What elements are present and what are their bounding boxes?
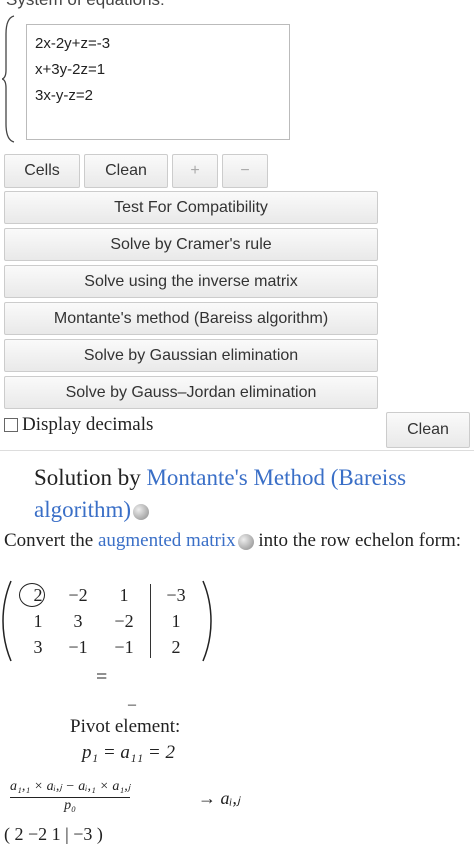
test-compatibility-button[interactable]: Test For Compatibility <box>4 191 378 224</box>
formula-numerator: a₁,₁ × aᵢ,ⱼ − aᵢ,₁ × a₁,ⱼ <box>10 778 131 798</box>
left-paren-icon <box>2 580 12 662</box>
augmented-matrix-link[interactable]: augmented matrix <box>98 530 236 551</box>
montante-method-button[interactable]: Montante's method (Bareiss algorithm) <box>4 302 378 335</box>
gauss-jordan-button[interactable]: Solve by Gauss–Jordan elimination <box>4 376 378 409</box>
pivot-formula: p₁ = a₁₁ = 2 <box>82 742 175 763</box>
cramers-rule-button[interactable]: Solve by Cramer's rule <box>4 228 378 261</box>
gaussian-elimination-button[interactable]: Solve by Gaussian elimination <box>4 339 378 372</box>
equations-textarea[interactable]: 2x-2y+z=-3 x+3y-2z=1 3x-y-z=2 <box>26 24 290 140</box>
equivalence-dash: – <box>128 696 136 713</box>
matrix-cell: −1 <box>114 637 134 657</box>
matrix-cell: 3 <box>73 611 83 631</box>
display-decimals-option[interactable]: Display decimals <box>4 414 153 436</box>
pivot-label: Pivot element: <box>70 716 181 737</box>
equivalence-sign: = <box>96 666 108 688</box>
clean-equations-button[interactable]: Clean <box>84 154 168 188</box>
info-icon[interactable] <box>237 533 254 550</box>
matrix-cell: 1 <box>33 611 43 631</box>
equation-line: x+3y-2z=1 <box>35 61 106 78</box>
matrix-cell: 1 <box>171 611 181 631</box>
add-row-button[interactable]: + <box>172 154 218 188</box>
matrix-cell: −1 <box>68 637 88 657</box>
clean-solution-button[interactable]: Clean <box>386 412 470 448</box>
formula-denominator: p₀ <box>64 798 76 813</box>
inverse-matrix-button[interactable]: Solve using the inverse matrix <box>4 265 378 298</box>
cells-button[interactable]: Cells <box>4 154 80 188</box>
equation-line: 2x-2y+z=-3 <box>35 35 111 52</box>
solution-prefix: Solution by <box>34 465 147 490</box>
augment-separator <box>150 584 151 658</box>
display-decimals-checkbox[interactable] <box>4 418 18 432</box>
convert-instruction: Convert the augmented matrix into the ro… <box>4 528 470 554</box>
matrix-cell: 2 <box>33 585 43 605</box>
matrix-cell: 2 <box>171 637 181 657</box>
brace-icon <box>2 15 15 143</box>
matrix-cell: 1 <box>119 585 129 605</box>
augmented-matrix: 2 −2 1 −3 1 3 −2 1 3 −1 −1 2 <box>2 580 214 662</box>
formula-arrow: → aᵢ,ⱼ <box>198 788 240 808</box>
system-label: System of equations: <box>6 0 165 10</box>
solution-heading: Solution by Montante's Method (Bareiss a… <box>34 462 454 526</box>
matrix-cell: −3 <box>166 585 186 605</box>
matrix-cell: −2 <box>68 585 88 605</box>
right-paren-icon <box>202 580 212 662</box>
matrix-cell: −2 <box>114 611 134 631</box>
display-decimals-label: Display decimals <box>22 414 154 435</box>
convert-prefix: Convert the <box>4 530 98 551</box>
bareiss-formula: a₁,₁ × aᵢ,ⱼ − aᵢ,₁ × a₁,ⱼ p₀ <box>10 778 131 814</box>
convert-suffix: into the row echelon form: <box>253 530 462 551</box>
info-icon[interactable] <box>133 503 150 520</box>
equation-line: 3x-y-z=2 <box>35 87 93 104</box>
remove-row-button[interactable]: − <box>222 154 268 188</box>
next-matrix-row: ( 2 −2 1 | −3 ) <box>4 824 103 844</box>
divider <box>0 450 474 451</box>
matrix-cell: 3 <box>33 637 43 657</box>
